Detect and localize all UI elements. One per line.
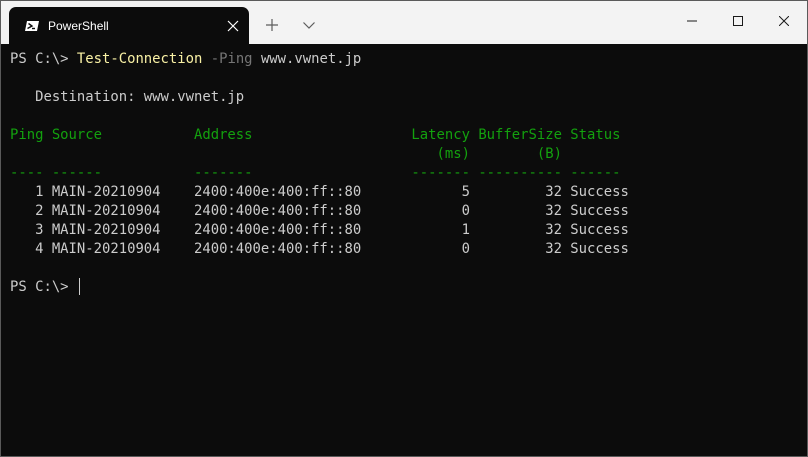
- prompt: PS C:\>: [10, 279, 77, 295]
- argument: www.vwnet.jp: [260, 51, 362, 67]
- cmdlet: Test-Connection: [76, 51, 203, 67]
- minimize-icon: [687, 20, 697, 22]
- powershell-icon: [24, 18, 40, 34]
- maximize-icon: [733, 16, 743, 26]
- table-header-units: (ms) (B): [10, 146, 562, 162]
- minimize-button[interactable]: [669, 1, 715, 41]
- tab-title: PowerShell: [48, 19, 109, 33]
- destination-line: Destination: www.vwnet.jp: [10, 89, 245, 105]
- text-cursor: [78, 278, 80, 295]
- table-row: 1 MAIN-20210904 2400:400e:400:ff::80 5 3…: [10, 184, 629, 200]
- close-icon: [779, 16, 789, 26]
- table-header: Ping Source Address Latency BufferSize S…: [10, 127, 621, 143]
- terminal-output[interactable]: PS C:\> Test-Connection -Ping www.vwnet.…: [1, 44, 807, 456]
- final-prompt-line[interactable]: PS C:\>: [10, 278, 80, 297]
- table-row: 2 MAIN-20210904 2400:400e:400:ff::80 0 3…: [10, 203, 629, 219]
- close-button[interactable]: [761, 1, 807, 41]
- tab-powershell[interactable]: PowerShell: [9, 7, 249, 44]
- command-line: PS C:\> Test-Connection -Ping www.vwnet.…: [10, 50, 361, 69]
- terminal-window: PowerShell PS C:\> Test-Connection -Ping…: [0, 0, 808, 457]
- maximize-button[interactable]: [715, 1, 761, 41]
- new-tab-plus-icon[interactable]: [264, 17, 280, 33]
- table-row: 3 MAIN-20210904 2400:400e:400:ff::80 1 3…: [10, 222, 629, 238]
- prompt: PS C:\>: [10, 51, 77, 67]
- parameter: -Ping: [210, 51, 253, 67]
- tab-close-icon[interactable]: [225, 18, 241, 34]
- table-separator: ---- ------ ------- ------- ---------- -…: [10, 165, 621, 181]
- tab-dropdown-chevron-icon[interactable]: [301, 17, 317, 33]
- title-bar[interactable]: PowerShell: [1, 1, 807, 44]
- table-row: 4 MAIN-20210904 2400:400e:400:ff::80 0 3…: [10, 241, 629, 257]
